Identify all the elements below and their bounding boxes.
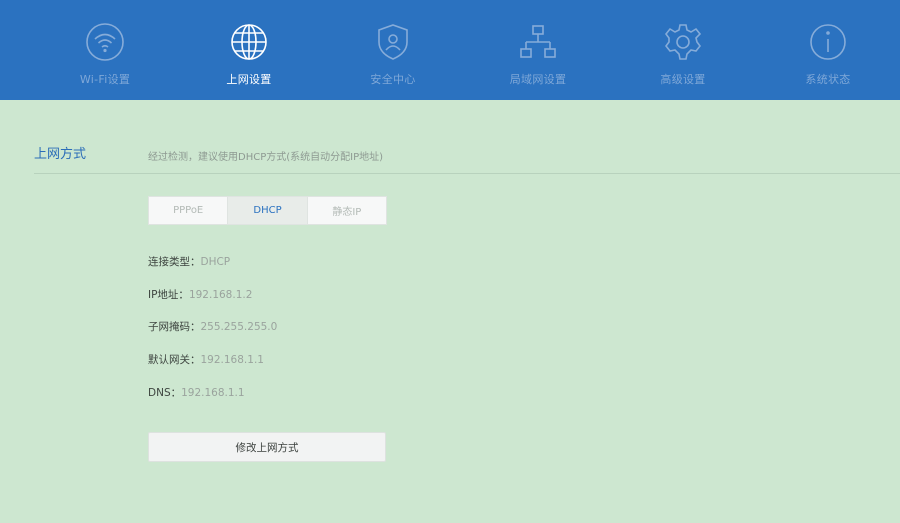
nav-item-security-center[interactable]: 安全中心: [338, 22, 448, 92]
nav-label-internet: 上网设置: [226, 73, 272, 86]
tab-pppoe[interactable]: PPPoE: [149, 197, 229, 224]
nav-item-internet-settings[interactable]: 上网设置: [194, 22, 304, 92]
subnet-mask-label: 子网掩码：: [148, 321, 201, 333]
dns-row: DNS：192.168.1.1: [148, 385, 245, 400]
connection-type-value: DHCP: [200, 256, 231, 268]
change-connection-mode-button[interactable]: 修改上网方式: [148, 432, 386, 462]
top-nav: Wi-Fi设置 上网设置 安全中心 局域网设置 高级设置 系统状态: [0, 0, 900, 100]
default-gateway-value: 192.168.1.1: [200, 354, 264, 366]
connection-mode-tabs: PPPoE DHCP 静态IP: [148, 196, 387, 225]
dns-label: DNS：: [148, 387, 182, 399]
wifi-icon: [85, 22, 125, 62]
lan-topology-icon: [518, 22, 558, 62]
connection-type-row: 连接类型：DHCP: [148, 254, 230, 269]
shield-user-icon: [373, 22, 413, 62]
detection-hint: 经过检测，建议使用DHCP方式(系统自动分配IP地址): [148, 152, 384, 163]
subnet-mask-value: 255.255.255.0: [200, 321, 278, 333]
gear-icon: [663, 22, 703, 62]
nav-label-security: 安全中心: [370, 73, 416, 86]
info-icon: [808, 22, 848, 62]
connection-type-label: 连接类型：: [148, 256, 201, 268]
nav-label-wifi: Wi-Fi设置: [79, 73, 131, 86]
section-title: 上网方式: [34, 147, 87, 162]
nav-item-lan-settings[interactable]: 局域网设置: [483, 22, 593, 92]
nav-item-system-status[interactable]: 系统状态: [773, 22, 883, 92]
nav-label-lan: 局域网设置: [509, 73, 567, 86]
default-gateway-row: 默认网关：192.168.1.1: [148, 352, 264, 367]
default-gateway-label: 默认网关：: [148, 354, 201, 366]
globe-icon: [229, 22, 269, 62]
nav-item-wifi-settings[interactable]: Wi-Fi设置: [50, 22, 160, 92]
ip-address-value: 192.168.1.2: [188, 289, 253, 301]
section-divider: [34, 173, 900, 174]
nav-label-advanced: 高级设置: [660, 73, 706, 86]
tab-static-ip[interactable]: 静态IP: [307, 197, 386, 224]
ip-address-row: IP地址：192.168.1.2: [148, 287, 252, 302]
tab-dhcp[interactable]: DHCP: [228, 197, 308, 224]
dns-value: 192.168.1.1: [181, 387, 245, 399]
subnet-mask-row: 子网掩码：255.255.255.0: [148, 319, 277, 334]
nav-item-advanced-settings[interactable]: 高级设置: [628, 22, 738, 92]
ip-address-label: IP地址：: [148, 289, 189, 301]
nav-label-status: 系统状态: [805, 73, 851, 86]
